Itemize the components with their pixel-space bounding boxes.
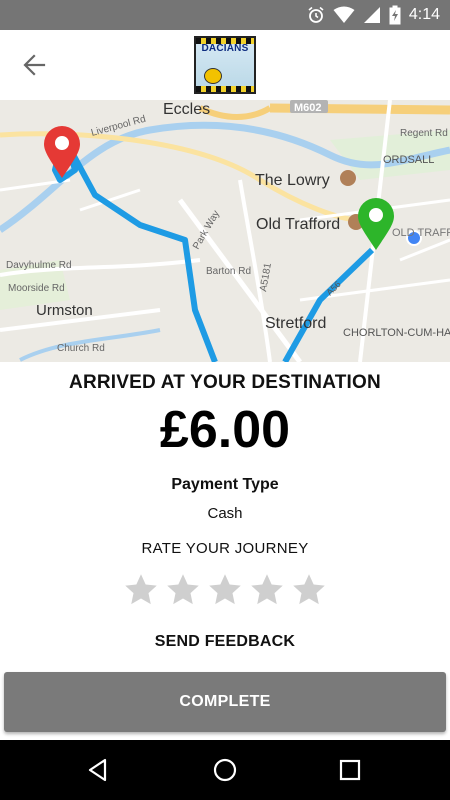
logo-text: DACIANS [201, 43, 249, 54]
map-label-barton: Barton Rd [206, 266, 251, 277]
wifi-icon [333, 6, 355, 23]
map-label-chorlton: CHORLTON-CUM-HA [343, 327, 450, 339]
status-bar: 4:14 [0, 0, 450, 30]
home-circle-icon[interactable] [210, 755, 240, 785]
payment-type-label: Payment Type [171, 476, 279, 493]
arrived-title: ARRIVED AT YOUR DESTINATION [69, 372, 381, 393]
arrow-left-icon [23, 54, 46, 76]
map-label-regent: Regent Rd [400, 128, 448, 139]
status-time: 4:14 [408, 6, 440, 23]
fare-price: £6.00 [159, 401, 291, 459]
map-label-eccles: Eccles [163, 101, 210, 118]
map-label-a5181: A5181 [258, 262, 274, 293]
map-label-urmston: Urmston [36, 302, 93, 319]
back-button[interactable] [16, 50, 52, 80]
map-label-stretford: Stretford [265, 315, 326, 332]
route-map[interactable]: Eccles M602 Regent Rd ORDSALL Liverpool … [0, 100, 450, 362]
star-icon-2[interactable] [165, 572, 201, 608]
logo-checker-bottom [196, 86, 254, 92]
recents-square-icon[interactable] [335, 755, 365, 785]
payment-type-value: Cash [207, 505, 243, 522]
star-icon-4[interactable] [249, 572, 285, 608]
star-icon-3[interactable] [207, 572, 243, 608]
map-label-lowry: The Lowry [255, 172, 330, 189]
system-nav-bar [0, 740, 450, 800]
star-icon-5[interactable] [291, 572, 327, 608]
send-feedback-button[interactable]: SEND FEEDBACK [0, 633, 450, 651]
app-bar: DACIANS [0, 30, 450, 101]
map-label-davyhulme: Davyhulme Rd [6, 260, 72, 271]
rating-stars [0, 572, 450, 608]
map-label-old-trafford: Old Trafford [256, 216, 340, 233]
app-logo: DACIANS [194, 36, 256, 94]
map-canvas: Eccles M602 Regent Rd ORDSALL Liverpool … [0, 100, 450, 362]
star-icon-1[interactable] [123, 572, 159, 608]
rate-journey-label: RATE YOUR JOURNEY [141, 540, 309, 557]
logo-taxi-icon [204, 68, 222, 84]
map-label-park-way: Park Way [191, 209, 222, 252]
map-label-ordsall: ORDSALL [383, 154, 434, 166]
map-label-old-traff: OLD TRAFF [392, 227, 450, 239]
end-pin-icon[interactable] [358, 198, 394, 250]
map-label-m602: M602 [294, 102, 322, 114]
map-label-church: Church Rd [57, 343, 105, 354]
map-label-moorside: Moorside Rd [8, 283, 65, 294]
back-triangle-icon[interactable] [84, 755, 114, 785]
battery-charging-icon [389, 5, 401, 25]
alarm-icon [308, 6, 324, 23]
complete-button[interactable]: COMPLETE [4, 672, 446, 732]
status-icons: 4:14 [307, 5, 440, 25]
signal-icon [363, 7, 380, 23]
